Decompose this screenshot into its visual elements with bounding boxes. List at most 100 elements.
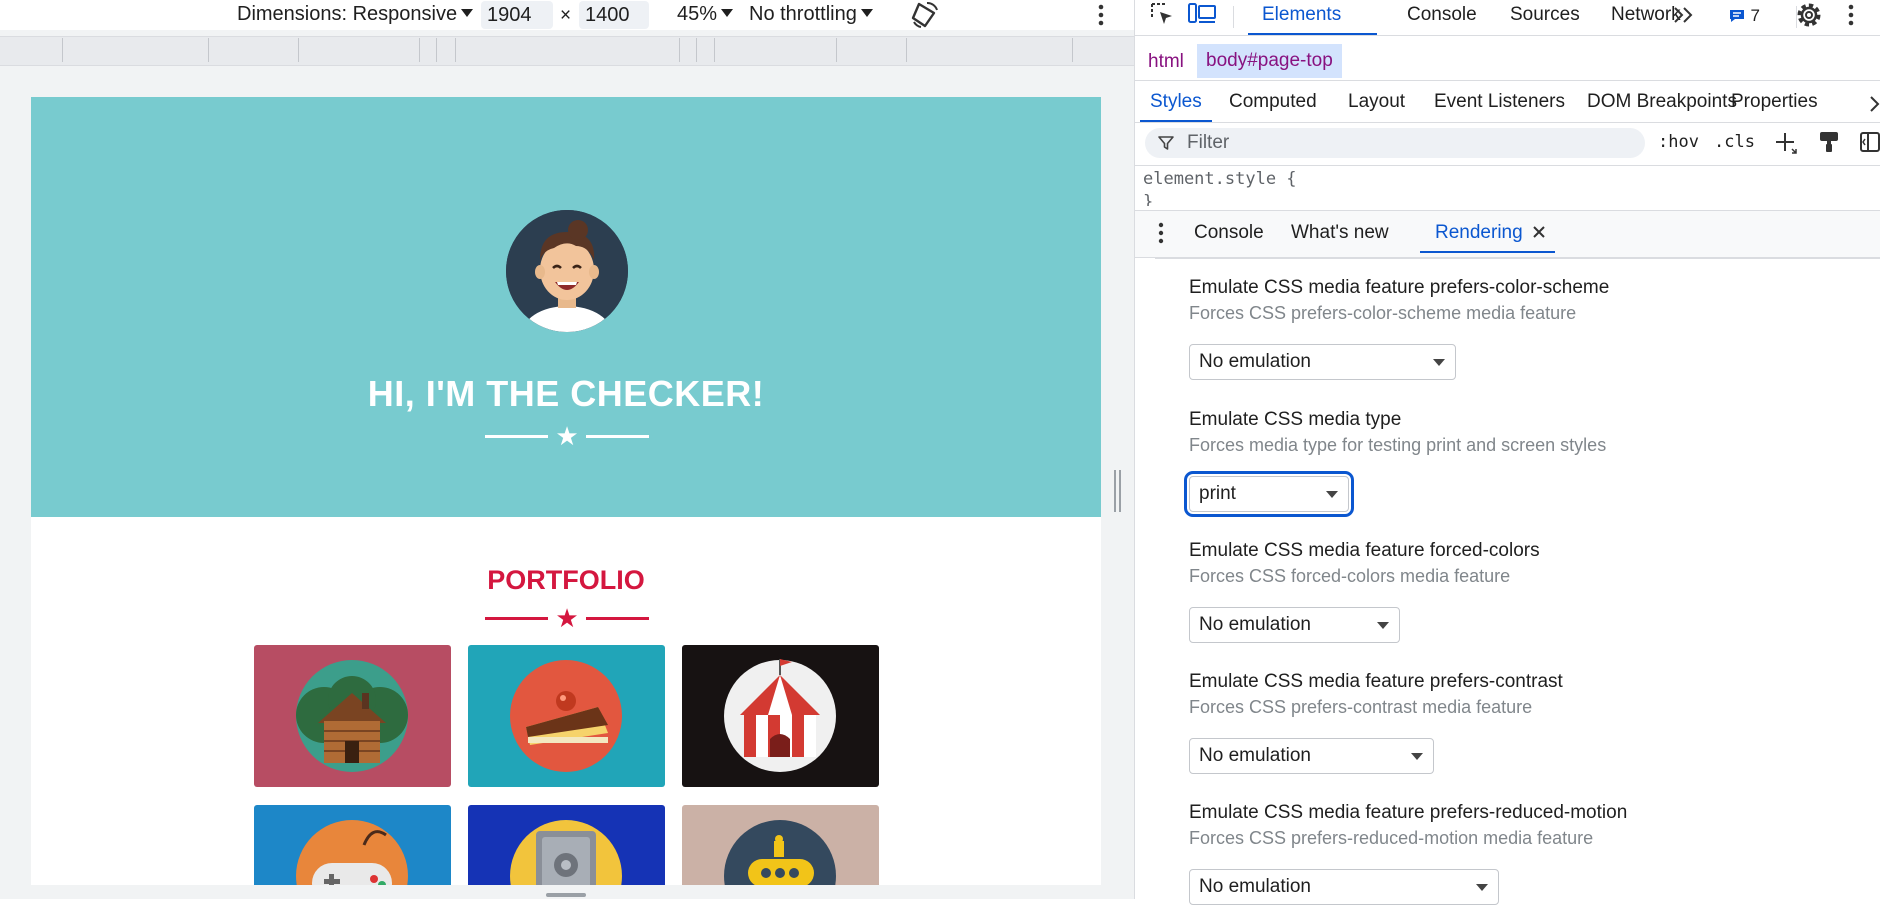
styles-filter-input[interactable]: Filter	[1145, 128, 1645, 158]
drawer-tab-console[interactable]: Console	[1194, 222, 1264, 244]
ruler-tick	[62, 38, 63, 62]
divider-line-left	[485, 617, 548, 620]
ruler-tick	[298, 38, 299, 62]
resize-grip-line	[1114, 470, 1116, 512]
ruler-tick	[696, 38, 697, 62]
height-input[interactable]: 1400	[579, 1, 649, 29]
chevron-down-icon	[1326, 491, 1338, 498]
more-subtabs-chevron-icon[interactable]	[1869, 94, 1880, 114]
cls-toggle[interactable]: .cls	[1714, 132, 1755, 152]
tab-network[interactable]: Network	[1611, 4, 1681, 26]
subtab-computed[interactable]: Computed	[1229, 91, 1317, 113]
device-viewport-area: Dimensions: Responsive 1904 × 1400 45% N…	[0, 0, 1134, 899]
setting-title-forced-colors: Emulate CSS media feature forced-colors	[1189, 540, 1540, 561]
breadcrumb-body[interactable]: body#page-top	[1197, 44, 1342, 78]
portfolio-item-game-controller[interactable]	[254, 805, 451, 885]
setting-desc-forced-colors: Forces CSS forced-colors media feature	[1189, 566, 1511, 586]
dimensions-dropdown[interactable]: Dimensions: Responsive	[237, 3, 474, 26]
settings-gear-icon[interactable]	[1795, 1, 1823, 29]
subtab-layout[interactable]: Layout	[1348, 91, 1405, 113]
ruler-tick	[208, 38, 209, 62]
toggle-sidebar-icon[interactable]	[1859, 131, 1880, 153]
times-sign: ×	[560, 5, 572, 26]
chevron-down-icon	[461, 8, 474, 17]
element-style-rule[interactable]: element.style {	[1143, 169, 1297, 189]
reduced-motion-select[interactable]: No emulation	[1189, 869, 1499, 905]
chevron-down-icon	[1433, 359, 1445, 366]
new-style-rule-icon[interactable]	[1774, 131, 1798, 155]
media-type-select[interactable]: print	[1184, 471, 1354, 517]
inspect-element-icon[interactable]	[1149, 1, 1175, 27]
width-input[interactable]: 1904	[481, 1, 553, 29]
rotate-device-icon[interactable]	[910, 0, 940, 28]
device-toolbar-toggle-icon[interactable]	[1187, 2, 1217, 26]
portfolio-item-cake[interactable]	[468, 645, 665, 787]
customize-devtools-icon[interactable]	[1845, 3, 1857, 27]
active-drawer-tab-indicator	[1420, 251, 1555, 253]
media-query-ruler[interactable]	[0, 36, 1134, 66]
chevron-down-icon	[1377, 622, 1389, 629]
forced-colors-select[interactable]: No emulation	[1189, 607, 1400, 643]
more-options-icon[interactable]	[1095, 3, 1107, 27]
forced-colors-value: No emulation	[1199, 614, 1311, 635]
masthead: HI, I'M THE CHECKER! ★	[31, 97, 1101, 517]
viewport-bottom-handle[interactable]	[546, 893, 586, 897]
subtab-properties[interactable]: Properties	[1731, 91, 1818, 113]
reduced-motion-value: No emulation	[1199, 876, 1311, 897]
device-toolbar: Dimensions: Responsive 1904 × 1400 45% N…	[0, 0, 1134, 30]
prefers-contrast-value: No emulation	[1199, 745, 1311, 766]
paint-brush-icon[interactable]	[1818, 130, 1840, 154]
subtab-dom-breakpoints[interactable]: DOM Breakpoints	[1587, 91, 1737, 113]
issues-icon	[1730, 10, 1744, 22]
element-style-close: }	[1143, 192, 1154, 206]
issues-counter[interactable]: 7	[1728, 6, 1760, 26]
hov-toggle[interactable]: :hov	[1658, 132, 1699, 152]
ruler-tick	[419, 38, 420, 62]
separator	[1155, 258, 1880, 259]
drawer-menu-icon[interactable]	[1157, 222, 1165, 244]
portfolio-item-safe[interactable]	[468, 805, 665, 885]
drawer-tab-whats-new[interactable]: What's new	[1291, 222, 1389, 244]
chevron-down-icon	[860, 8, 873, 17]
tab-console[interactable]: Console	[1407, 4, 1477, 26]
more-tabs-chevron-icon[interactable]	[1672, 4, 1696, 26]
media-type-value: print	[1199, 483, 1236, 504]
setting-desc-prefers-contrast: Forces CSS prefers-contrast media featur…	[1189, 697, 1533, 717]
viewport-resize-handle[interactable]	[1114, 470, 1122, 512]
throttling-label: No throttling	[749, 3, 857, 25]
emulated-page: HI, I'M THE CHECKER! ★ PORTFOLIO ★	[31, 97, 1101, 885]
subtab-event-listeners[interactable]: Event Listeners	[1434, 91, 1565, 113]
ruler-tick	[436, 38, 437, 62]
setting-title-media-type: Emulate CSS media type	[1189, 409, 1402, 430]
color-scheme-value: No emulation	[1199, 351, 1311, 372]
game-controller-icon	[296, 820, 408, 885]
throttling-dropdown[interactable]: No throttling	[749, 3, 873, 26]
portfolio-item-circus[interactable]	[682, 645, 879, 787]
chevron-down-icon	[1411, 753, 1423, 760]
prefers-contrast-select[interactable]: No emulation	[1189, 738, 1434, 774]
portfolio-item-submarine[interactable]	[682, 805, 879, 885]
separator	[1135, 80, 1880, 81]
portfolio-item-cabin[interactable]	[254, 645, 451, 787]
tab-elements[interactable]: Elements	[1262, 4, 1341, 26]
tab-sources[interactable]: Sources	[1510, 4, 1580, 26]
setting-title-color-scheme: Emulate CSS media feature prefers-color-…	[1189, 277, 1610, 298]
chevron-down-icon	[1476, 884, 1488, 891]
hero-title: HI, I'M THE CHECKER!	[367, 373, 765, 414]
devtools-panel: Elements Console Sources Network 7 html …	[1134, 0, 1880, 905]
drawer-tab-rendering[interactable]: Rendering	[1435, 222, 1523, 244]
setting-title-prefers-contrast: Emulate CSS media feature prefers-contra…	[1189, 671, 1563, 692]
setting-desc-media-type: Forces media type for testing print and …	[1189, 435, 1607, 455]
ruler-tick	[1072, 38, 1073, 62]
close-icon[interactable]	[1531, 224, 1547, 240]
filter-placeholder: Filter	[1187, 132, 1230, 153]
divider-line-right	[586, 617, 649, 620]
issues-count: 7	[1750, 6, 1760, 25]
color-scheme-select[interactable]: No emulation	[1189, 344, 1456, 380]
safe-icon	[510, 820, 622, 885]
divider-line-right	[586, 435, 649, 438]
breadcrumb-html[interactable]: html	[1148, 51, 1184, 73]
filter-icon	[1158, 136, 1174, 150]
subtab-styles[interactable]: Styles	[1150, 91, 1202, 113]
zoom-dropdown[interactable]: 45%	[677, 3, 734, 26]
